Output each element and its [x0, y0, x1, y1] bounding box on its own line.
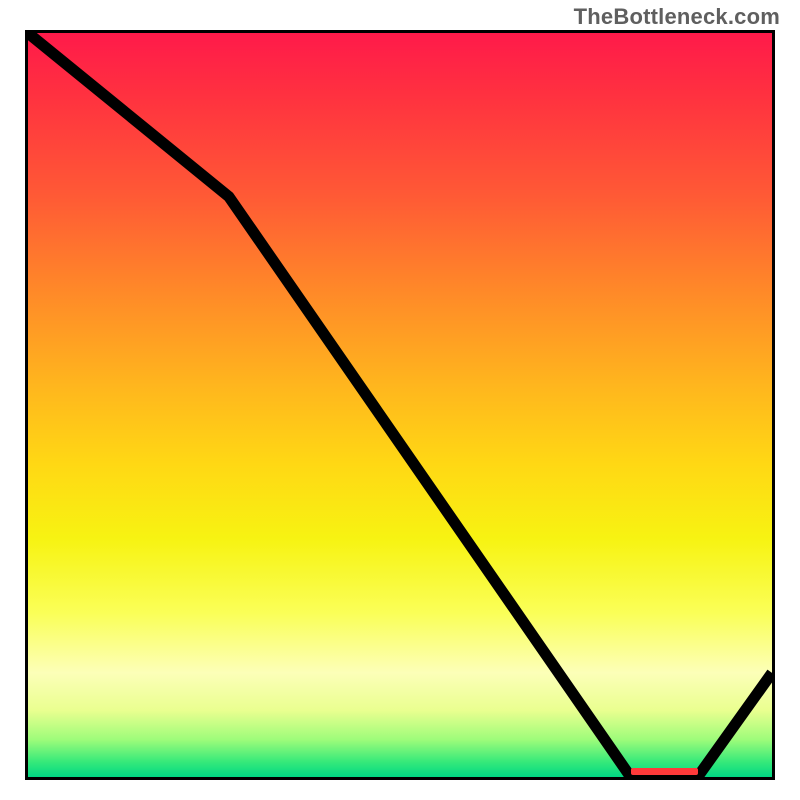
chart-area [25, 30, 775, 780]
line-plot [28, 33, 772, 777]
optimal-range-marker [631, 768, 698, 775]
curve-path [28, 33, 772, 777]
watermark-text: TheBottleneck.com [574, 4, 780, 30]
